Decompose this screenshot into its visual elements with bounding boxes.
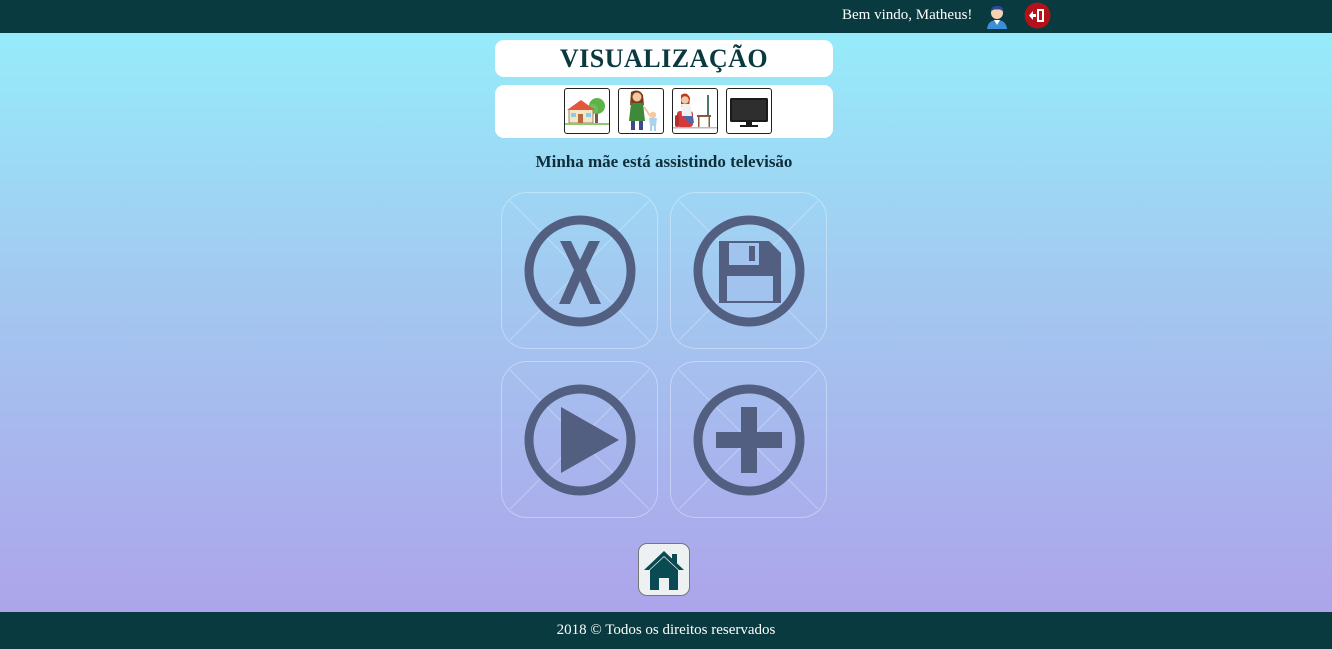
add-button[interactable] xyxy=(670,361,827,518)
logout-button[interactable] xyxy=(1024,2,1051,29)
play-icon xyxy=(509,369,650,510)
logout-icon xyxy=(1024,2,1051,29)
home-button[interactable] xyxy=(638,543,690,596)
title-panel: VISUALIZAÇÃO xyxy=(495,40,833,77)
page-title: VISUALIZAÇÃO xyxy=(559,44,769,73)
floppy-disk-icon xyxy=(678,200,819,341)
save-button[interactable] xyxy=(670,192,827,349)
welcome-message: Bem vindo, Matheus! xyxy=(842,7,973,23)
user-avatar-icon[interactable] xyxy=(984,3,1010,29)
television-pictogram[interactable] xyxy=(726,88,772,134)
copyright-text: 2018 © Todos os direitos reservados xyxy=(556,622,776,638)
plus-icon xyxy=(678,369,819,510)
television-icon xyxy=(730,98,768,127)
pictogram-strip xyxy=(495,85,833,138)
house-icon xyxy=(565,98,609,125)
watching-pictogram[interactable] xyxy=(672,88,718,134)
home-icon xyxy=(644,551,684,590)
house-pictogram[interactable] xyxy=(564,88,610,134)
sentence-text: Minha mãe está assistindo televisão xyxy=(535,152,793,171)
mother-child-icon xyxy=(629,90,657,131)
cancel-button[interactable] xyxy=(501,192,658,349)
footer: 2018 © Todos os direitos reservados xyxy=(0,612,1332,649)
mother-pictogram[interactable] xyxy=(618,88,664,134)
top-navbar: Bem vindo, Matheus! xyxy=(0,0,1332,33)
person-watching-icon xyxy=(673,93,717,129)
close-circle-icon xyxy=(509,200,650,341)
play-button[interactable] xyxy=(501,361,658,518)
